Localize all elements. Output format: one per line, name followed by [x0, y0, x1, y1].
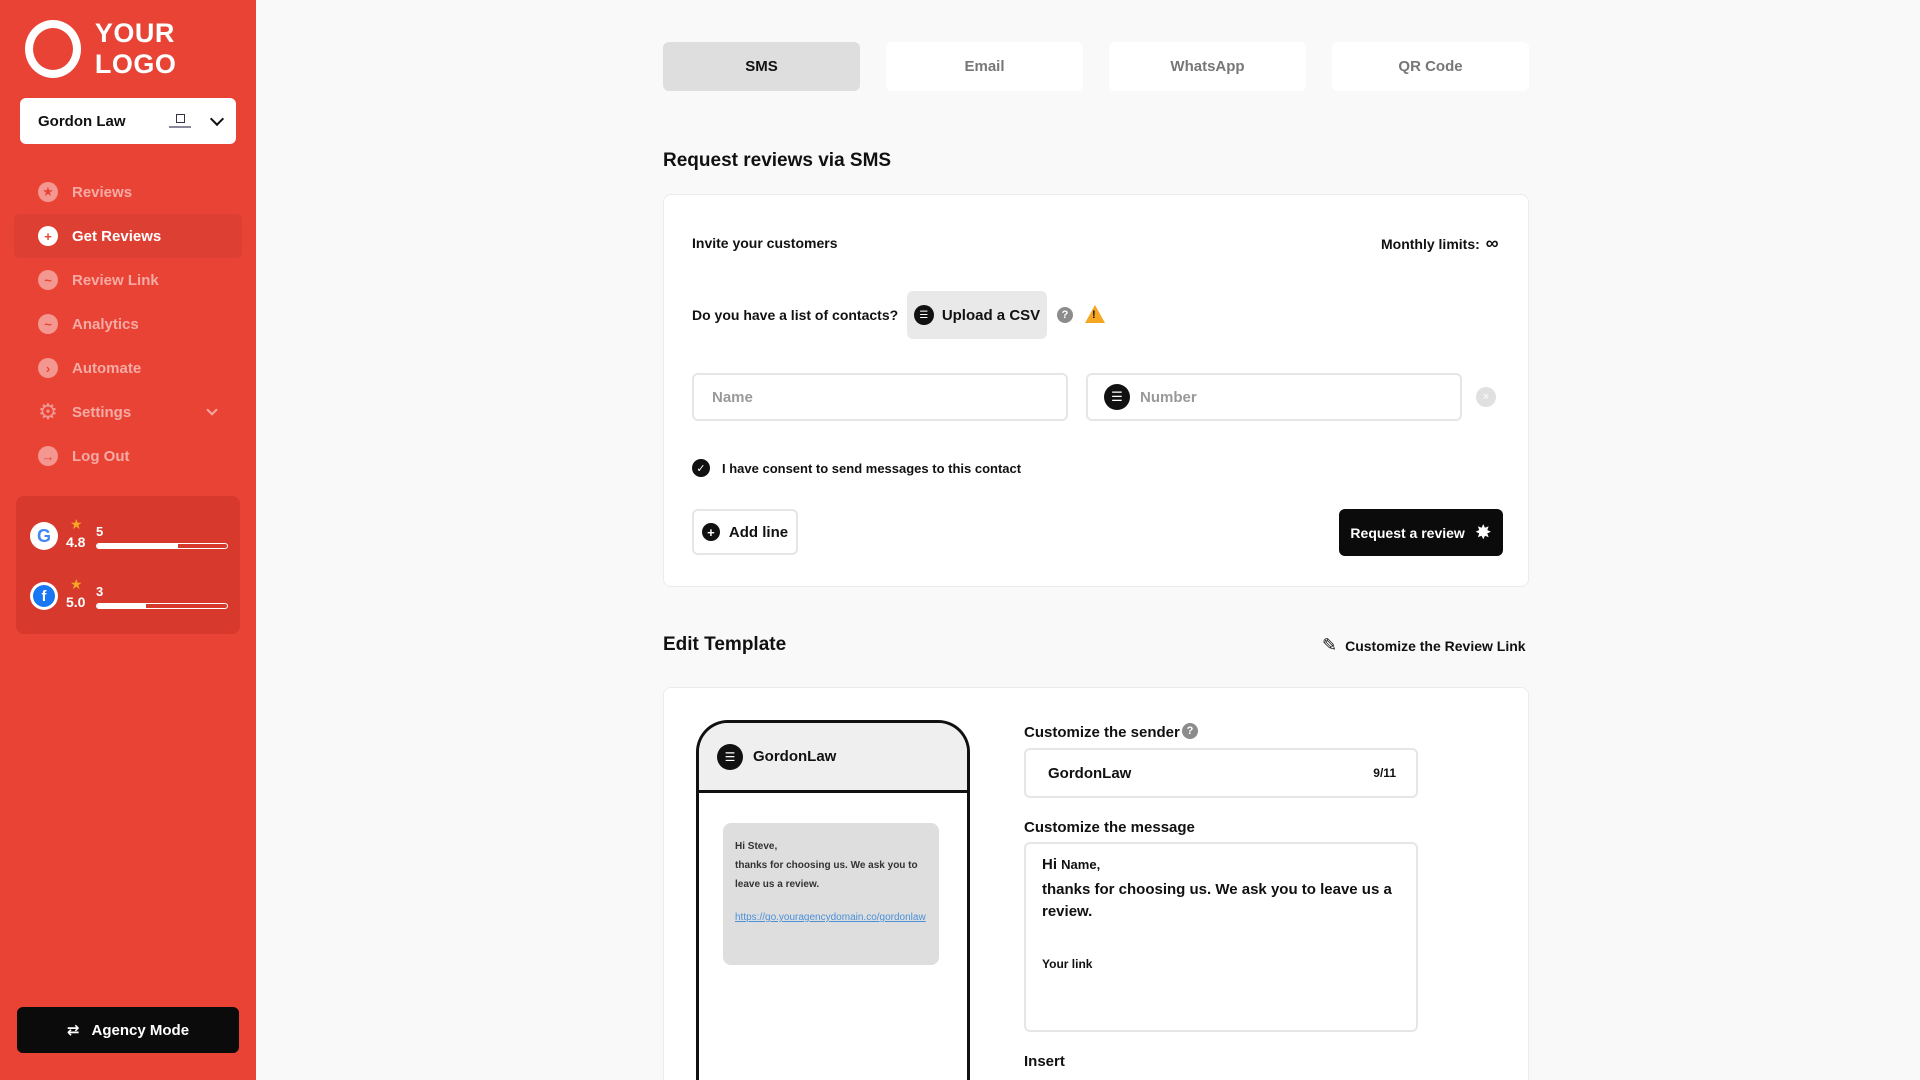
account-selector[interactable]: Gordon Law	[20, 98, 236, 144]
sidebar-item-label: Automate	[72, 359, 142, 377]
sender-input[interactable]: GordonLaw 9/11	[1024, 748, 1418, 798]
sidebar-item-settings[interactable]: ⚙ Settings	[14, 390, 242, 434]
name-token[interactable]: Name,	[1061, 857, 1100, 872]
plus-icon: +	[701, 523, 720, 541]
chart-icon: ~	[38, 314, 58, 334]
terminal-icon: ›	[38, 358, 58, 378]
rating-progress-bar	[96, 602, 228, 609]
chevron-down-icon	[206, 404, 218, 416]
warning-icon: !	[1085, 305, 1105, 323]
edit-template-title: Edit Template	[663, 634, 787, 655]
sidebar-item-label: Log Out	[72, 447, 130, 465]
consent-checkbox[interactable]: ✓	[692, 459, 710, 477]
tab-sms[interactable]: SMS	[663, 42, 860, 91]
sidebar-item-log-out[interactable]: → Log Out	[14, 434, 242, 478]
invite-card: Invite your customers Monthly limits: ∞ …	[663, 194, 1529, 587]
rating-count: 3	[96, 583, 104, 599]
help-icon[interactable]: ?	[1182, 723, 1198, 739]
char-counter: 9/11	[1373, 766, 1396, 780]
facebook-icon: f	[30, 582, 58, 610]
rating-progress-fill	[97, 543, 178, 548]
upload-csv-button[interactable]: ☰ Upload a CSV	[907, 291, 1047, 339]
tab-qr-code[interactable]: QR Code	[1332, 42, 1529, 91]
phone-header: ☰ GordonLaw	[699, 723, 967, 793]
gear-icon: ⚙	[38, 399, 58, 424]
sidebar-item-get-reviews[interactable]: + Get Reviews	[14, 214, 242, 258]
monthly-limits: Monthly limits: ∞	[1381, 233, 1499, 253]
tab-email[interactable]: Email	[886, 42, 1083, 91]
sidebar-item-label: Review Link	[72, 271, 159, 289]
infinity-icon: ∞	[1485, 233, 1499, 253]
help-icon[interactable]: ?	[1057, 307, 1073, 323]
google-rating: G ★ 4.8 5	[30, 516, 228, 550]
link-icon: ~	[38, 270, 58, 290]
sidebar-item-automate[interactable]: › Automate	[14, 346, 242, 390]
phone-sender-name: GordonLaw	[753, 748, 837, 765]
sidebar-item-reviews[interactable]: ★ Reviews	[14, 170, 242, 214]
agency-mode-button[interactable]: ⇄ Agency Mode	[17, 1007, 239, 1053]
sidebar-item-label: Analytics	[72, 315, 139, 333]
google-icon: G	[30, 522, 58, 550]
sidebar-item-review-link[interactable]: ~ Review Link	[14, 258, 242, 302]
rating-progress-bar	[96, 542, 228, 549]
sidebar-item-analytics[interactable]: ~ Analytics	[14, 302, 242, 346]
chat-icon: ☰	[717, 743, 743, 770]
account-logo-icon	[166, 109, 194, 133]
logo-text: YOUR LOGO	[94, 18, 177, 79]
star-badge-icon: ✸	[1474, 522, 1492, 544]
sender-label: Customize the sender	[1024, 724, 1180, 741]
sidebar-item-label: Reviews	[72, 183, 133, 201]
rating-score: ★ 4.8	[66, 516, 86, 550]
message-bubble: Hi Steve, thanks for choosing us. We ask…	[723, 823, 939, 965]
insert-label: Insert	[1024, 1053, 1065, 1070]
consent-label: I have consent to send messages to this …	[722, 461, 1022, 476]
rating-progress-fill	[97, 603, 147, 608]
swap-icon: ⇄	[66, 1022, 80, 1039]
message-label: Customize the message	[1024, 819, 1195, 836]
account-name: Gordon Law	[38, 112, 126, 130]
link-token[interactable]: Your link	[1042, 957, 1400, 971]
facebook-rating: f ★ 5.0 3	[30, 576, 228, 610]
request-review-button[interactable]: Request a review ✸	[1339, 509, 1503, 556]
channel-tabs: SMS Email WhatsApp QR Code	[663, 42, 1529, 91]
number-input[interactable]: ☰ Number	[1086, 373, 1462, 421]
add-line-button[interactable]: + Add line	[692, 509, 798, 555]
chat-icon: ☰	[913, 305, 934, 325]
rating-score: ★ 5.0	[66, 576, 86, 610]
name-input[interactable]: Name	[692, 373, 1068, 421]
bubble-link[interactable]: https://go.youragencydomain.co/gordonlaw	[735, 908, 927, 927]
message-textarea[interactable]: Hi Name, thanks for choosing us. We ask …	[1024, 842, 1418, 1032]
contacts-question: Do you have a list of contacts?	[692, 307, 899, 323]
sidebar-nav: ★ Reviews + Get Reviews ~ Review Link ~ …	[14, 170, 242, 478]
logo-ring-icon	[25, 20, 81, 78]
phone-preview: ☰ GordonLaw Hi Steve, thanks for choosin…	[696, 720, 970, 1080]
invite-label: Invite your customers	[692, 235, 838, 251]
logout-icon: →	[38, 446, 58, 466]
sidebar-item-label: Settings	[72, 403, 132, 421]
rating-count: 5	[96, 523, 104, 539]
customize-review-link[interactable]: ✎ Customize the Review Link	[1322, 635, 1526, 656]
plus-icon: +	[38, 226, 58, 246]
chevron-down-icon	[209, 111, 225, 126]
star-icon: ★	[38, 182, 58, 202]
brand-logo[interactable]: YOUR LOGO	[25, 18, 256, 80]
template-card: ☰ GordonLaw Hi Steve, thanks for choosin…	[663, 687, 1529, 1080]
pencil-icon: ✎	[1322, 635, 1338, 655]
ratings-panel: G ★ 4.8 5 f ★ 5.0 3	[16, 496, 240, 634]
sidebar-item-label: Get Reviews	[72, 227, 162, 245]
chat-icon: ☰	[1104, 384, 1130, 410]
sidebar: YOUR LOGO Gordon Law ★ Reviews + Get Rev…	[0, 0, 256, 1080]
remove-line-icon[interactable]: ×	[1476, 387, 1496, 407]
tab-whatsapp[interactable]: WhatsApp	[1109, 42, 1306, 91]
star-icon: ★	[70, 576, 83, 592]
request-title: Request reviews via SMS	[663, 150, 892, 171]
star-icon: ★	[70, 516, 83, 532]
